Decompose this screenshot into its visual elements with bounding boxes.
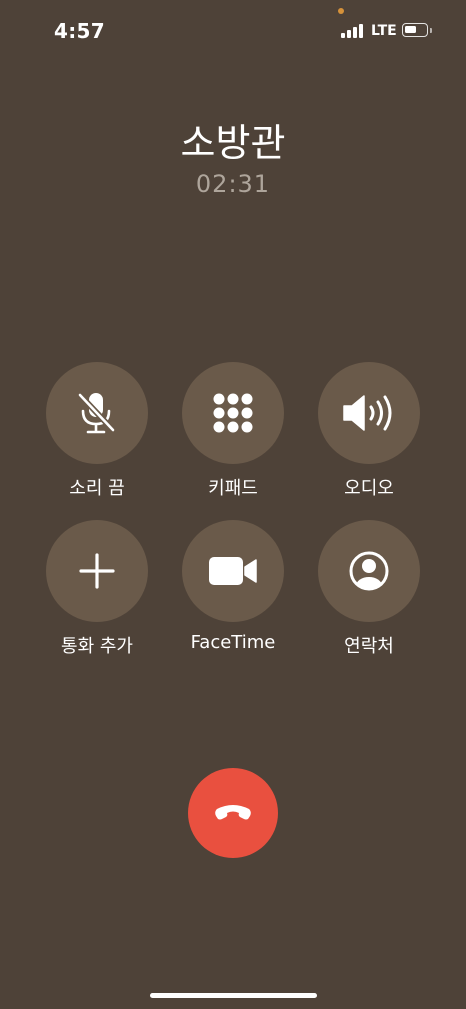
mute-label: 소리 끔	[69, 478, 125, 499]
keypad-label: 키패드	[208, 478, 258, 499]
network-type: LTE	[371, 23, 397, 39]
battery-level-fill	[405, 26, 416, 33]
caller-name: 소방관	[180, 121, 286, 165]
contacts-label: 연락처	[344, 636, 394, 657]
mute-microphone-icon	[77, 392, 116, 434]
plus-icon	[79, 553, 115, 589]
mute-button[interactable]: 소리 끔	[32, 362, 162, 500]
contact-person-icon	[349, 551, 389, 591]
speaker-icon	[343, 395, 392, 431]
end-call-button[interactable]	[188, 768, 278, 858]
contacts-button[interactable]: 연락처	[304, 520, 434, 658]
cellular-signal-icon	[341, 24, 365, 38]
audio-button-circle[interactable]	[318, 362, 420, 464]
keypad-button[interactable]: 키패드	[168, 362, 298, 500]
call-duration: 02:31	[195, 170, 271, 198]
status-time: 4:57	[54, 19, 105, 43]
contacts-button-circle[interactable]	[318, 520, 420, 622]
home-indicator[interactable]	[150, 993, 317, 998]
camera-in-use-indicator	[338, 8, 344, 14]
mute-button-circle[interactable]	[46, 362, 148, 464]
phone-hangup-icon	[215, 805, 251, 820]
audio-button[interactable]: 오디오	[304, 362, 434, 500]
audio-label: 오디오	[344, 478, 394, 499]
add-call-button[interactable]: 통화 추가	[32, 520, 162, 658]
facetime-button[interactable]: FaceTime	[168, 520, 298, 653]
keypad-icon	[213, 393, 253, 433]
add-call-button-circle[interactable]	[46, 520, 148, 622]
facetime-label: FaceTime	[190, 632, 276, 653]
facetime-button-circle[interactable]	[182, 520, 284, 622]
battery-cap	[430, 28, 432, 33]
status-bar: 4:57 LTE	[0, 0, 466, 60]
keypad-button-circle[interactable]	[182, 362, 284, 464]
add-call-label: 통화 추가	[61, 636, 133, 657]
video-camera-icon	[209, 557, 257, 585]
battery-icon	[402, 23, 428, 37]
